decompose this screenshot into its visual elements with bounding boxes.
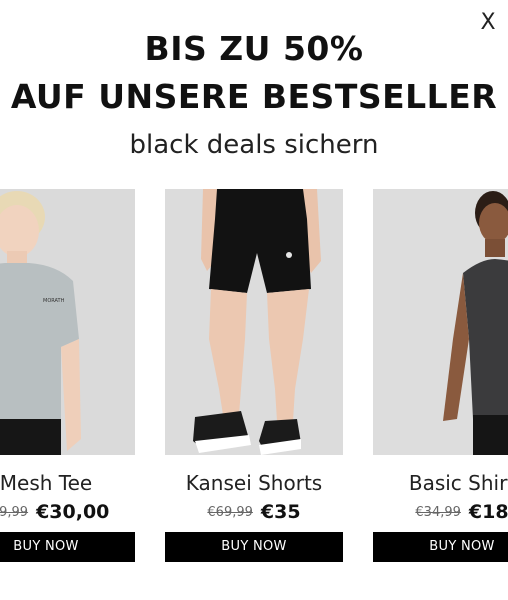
old-price: €59,99 bbox=[0, 504, 29, 520]
product-image-kansei-shorts[interactable]: ← → bbox=[165, 189, 343, 455]
product-name[interactable]: Basic Shirt bbox=[373, 469, 508, 497]
product-name[interactable]: Mesh Tee bbox=[0, 469, 135, 497]
sale-price: €30,00 bbox=[36, 501, 110, 523]
buy-now-button[interactable]: BUY NOW bbox=[0, 532, 135, 562]
product-image-basic-shirt[interactable] bbox=[373, 189, 508, 455]
man-dark-shirt-photo bbox=[373, 189, 508, 455]
product-prices: €34,99 €18 bbox=[373, 501, 508, 523]
headline-line-1: BIS ZU 50% bbox=[144, 29, 364, 68]
product-name[interactable]: Kansei Shorts bbox=[165, 469, 343, 497]
buy-now-button[interactable]: BUY NOW bbox=[165, 532, 343, 562]
sale-price: €18 bbox=[468, 501, 508, 523]
old-price: €69,99 bbox=[207, 504, 253, 520]
woman-grey-tee-photo: MORATH bbox=[0, 189, 135, 455]
legs-black-shorts-photo bbox=[165, 189, 343, 455]
product-prices: €59,99 €30,00 bbox=[0, 501, 135, 523]
svg-text:MORATH: MORATH bbox=[43, 298, 65, 304]
sale-price: €35 bbox=[260, 501, 301, 523]
old-price: €34,99 bbox=[415, 504, 461, 520]
headline-line-2: AUF UNSERE BESTSELLER bbox=[10, 77, 498, 116]
product-image-mesh-tee[interactable]: MORATH bbox=[0, 189, 135, 455]
subheadline: black deals sichern bbox=[129, 130, 379, 160]
product-carousel: MORATH Mesh Tee €59,99 €30,00 BUY NOW bbox=[0, 189, 508, 569]
product-prices: €69,99 €35 bbox=[165, 501, 343, 523]
buy-now-button[interactable]: BUY NOW bbox=[373, 532, 508, 562]
